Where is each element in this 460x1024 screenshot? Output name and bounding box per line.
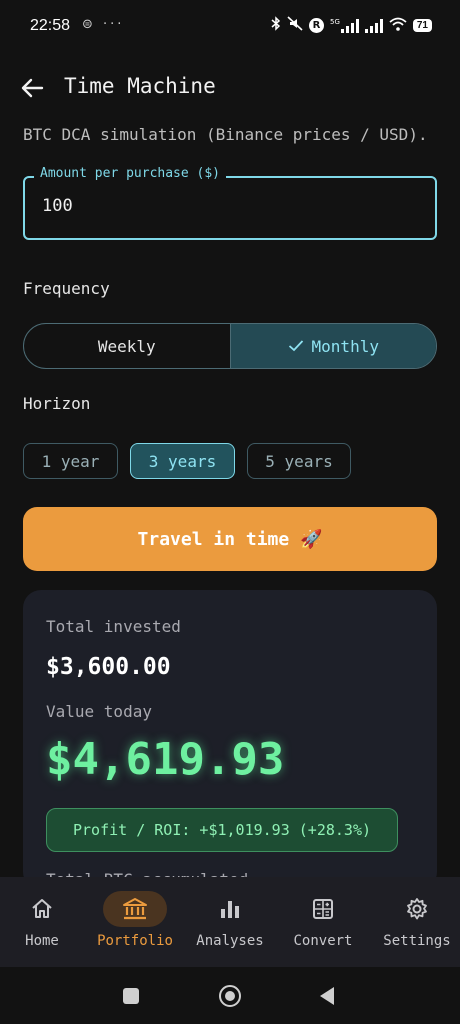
nav-portfolio[interactable]: Portfolio	[89, 877, 181, 967]
r-badge-icon: R	[308, 18, 324, 33]
nav-settings[interactable]: Settings	[371, 877, 460, 967]
status-icons: R 5G 71	[271, 16, 432, 35]
network-type: 5G	[329, 17, 340, 26]
recents-icon[interactable]	[123, 988, 139, 1004]
bar-chart-icon	[198, 891, 262, 927]
profit-roi-badge: Profit / ROI: +$1,019.93 (+28.3%)	[46, 808, 398, 852]
amount-input-value[interactable]: 100	[42, 196, 73, 216]
page-subtitle: BTC DCA simulation (Binance prices / USD…	[23, 125, 428, 144]
horizon-chip-1-year[interactable]: 1 year	[23, 443, 118, 479]
frequency-weekly-button[interactable]: Weekly	[24, 324, 230, 368]
nav-convert-label: Convert	[293, 933, 353, 949]
nav-home[interactable]: Home	[0, 877, 88, 967]
bank-icon	[103, 891, 167, 927]
nav-convert[interactable]: Convert	[277, 877, 369, 967]
gear-icon	[385, 891, 449, 927]
horizon-chip-5-years[interactable]: 5 years	[247, 443, 351, 479]
check-icon	[288, 337, 304, 356]
horizon-chip-label: 3 years	[148, 451, 217, 471]
travel-in-time-label: Travel in time 🚀	[137, 528, 323, 550]
amount-input[interactable]	[23, 176, 437, 240]
cell-signal-icon: 5G	[329, 17, 359, 33]
frequency-label: Frequency	[23, 279, 110, 298]
value-today-amount: $4,619.93	[46, 734, 285, 785]
nav-settings-label: Settings	[383, 933, 451, 949]
total-invested-value: $3,600.00	[46, 654, 171, 680]
horizon-chip-label: 5 years	[265, 451, 333, 471]
home-circle-icon[interactable]	[219, 985, 241, 1007]
horizon-chip-3-years[interactable]: 3 years	[130, 443, 235, 479]
back-triangle-icon[interactable]	[318, 986, 336, 1010]
cell-signal-2-icon	[364, 18, 383, 33]
nav-analyses-label: Analyses	[196, 933, 264, 949]
battery-icon: 71	[412, 19, 432, 32]
bluetooth-icon	[271, 16, 281, 35]
back-arrow-icon[interactable]	[20, 76, 46, 100]
home-icon	[10, 891, 74, 927]
nav-home-label: Home	[25, 933, 59, 949]
frequency-monthly-button[interactable]: Monthly	[229, 324, 436, 368]
total-invested-label: Total invested	[46, 617, 181, 636]
calculator-icon	[291, 891, 355, 927]
nav-analyses[interactable]: Analyses	[184, 877, 276, 967]
frequency-monthly-label: Monthly	[311, 336, 379, 356]
page-title: Time Machine	[64, 74, 216, 98]
status-bar: 22:58 ⊜ ··· R 5G 71	[0, 0, 460, 56]
nav-portfolio-label: Portfolio	[97, 933, 173, 949]
value-today-label: Value today	[46, 702, 152, 721]
profit-roi-text: Profit / ROI: +$1,019.93 (+28.3%)	[72, 821, 371, 839]
travel-in-time-button[interactable]: Travel in time 🚀	[23, 507, 437, 571]
horizon-label: Horizon	[23, 394, 91, 413]
frequency-segmented-control: Weekly Monthly	[23, 323, 437, 369]
horizon-chip-label: 1 year	[41, 451, 100, 471]
wifi-icon	[389, 17, 407, 35]
mute-icon	[287, 16, 303, 35]
frequency-weekly-label: Weekly	[97, 336, 156, 356]
status-time: 22:58	[30, 17, 71, 34]
amount-input-label: Amount per purchase ($)	[34, 166, 227, 181]
notification-icons: ⊜ ···	[82, 17, 125, 32]
